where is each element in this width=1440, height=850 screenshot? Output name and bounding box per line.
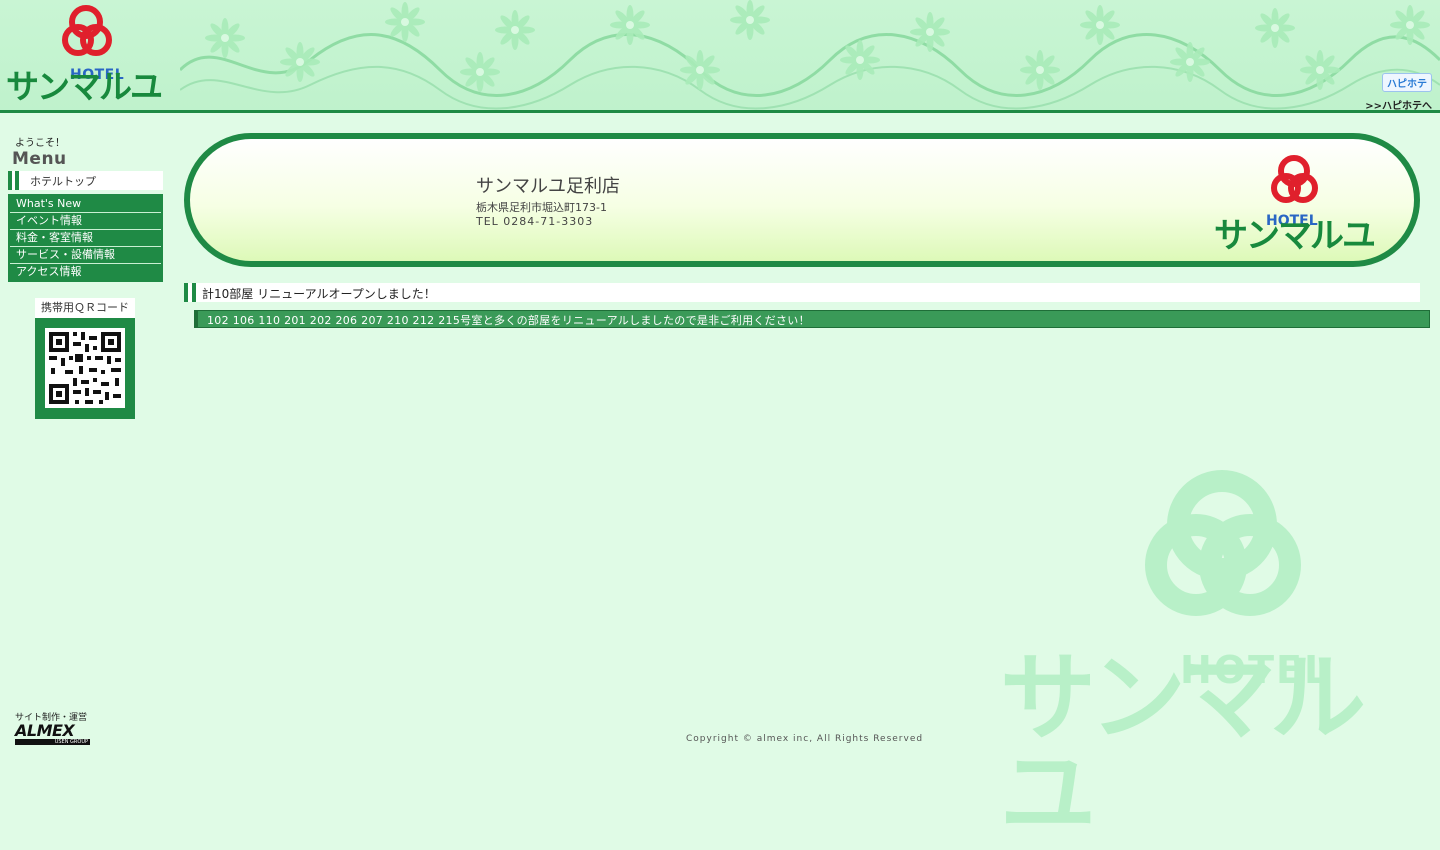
menu-item-whats-new[interactable]: What's New (10, 196, 161, 213)
qr-code-icon (45, 328, 125, 408)
happy-hotel-logo-icon: ハピホテ (1382, 73, 1432, 92)
menu-item-rates-rooms[interactable]: 料金・客室情報 (10, 230, 161, 247)
watermark-logo-mark-icon (1145, 470, 1301, 616)
copyright-text: Copyright © almex inc, All Rights Reserv… (686, 734, 924, 744)
welcome-text: ようこそ！ (15, 138, 65, 149)
menu-item-access[interactable]: アクセス情報 (10, 264, 161, 280)
news-heading: 計10部屋 リニューアルオープンしました！ (184, 283, 1420, 302)
menu-item-events[interactable]: イベント情報 (10, 213, 161, 230)
happy-hotel-link[interactable]: ハピホテ >>ハピホテへ (1365, 72, 1432, 112)
menu-item-hotel-top[interactable]: ホテルトップ (8, 171, 163, 190)
menu-heading: Menu (12, 149, 67, 169)
news-heading-text: 計10部屋 リニューアルオープンしました！ (202, 287, 436, 301)
banner-logo-name: サンマルユ (1214, 216, 1376, 256)
watermark-hotel-name: サンマルユ (1000, 642, 1366, 850)
shop-address: 栃木県足利市堀込町173-1 (476, 201, 607, 214)
qr-code-label: 携帯用ＱＲコード (35, 298, 135, 318)
site-credit[interactable]: サイト制作・運営 ALMEX USEN GROUP (15, 710, 90, 745)
shop-info-banner: サンマルユ足利店 栃木県足利市堀込町173-1 TEL 0284-71-3303… (184, 133, 1420, 267)
almex-logo-icon: ALMEX (15, 721, 75, 740)
site-header: HOTEL サンマルユ ハピホテ >>ハピホテへ (0, 0, 1440, 113)
mobile-qr-panel: 携帯用ＱＲコード (35, 298, 135, 419)
logo-hotel-name[interactable]: サンマルユ (6, 70, 163, 103)
hotel-logo-mark-icon (62, 5, 112, 56)
shop-name: サンマルユ足利店 (476, 176, 620, 197)
shop-phone: TEL 0284-71-3303 (476, 215, 594, 228)
news-body: 102 106 110 201 202 206 207 210 212 215号… (194, 310, 1430, 328)
sidebar-menu: What's New イベント情報 料金・客室情報 サービス・設備情報 アクセス… (8, 194, 163, 282)
news-body-text: 102 106 110 201 202 206 207 210 212 215号… (207, 314, 810, 327)
menu-item-hotel-top-label: ホテルトップ (30, 175, 96, 188)
happy-hotel-link-text: >>ハピホテへ (1365, 101, 1432, 112)
menu-item-services[interactable]: サービス・設備情報 (10, 247, 161, 264)
floral-pattern-decoration (180, 0, 1440, 110)
